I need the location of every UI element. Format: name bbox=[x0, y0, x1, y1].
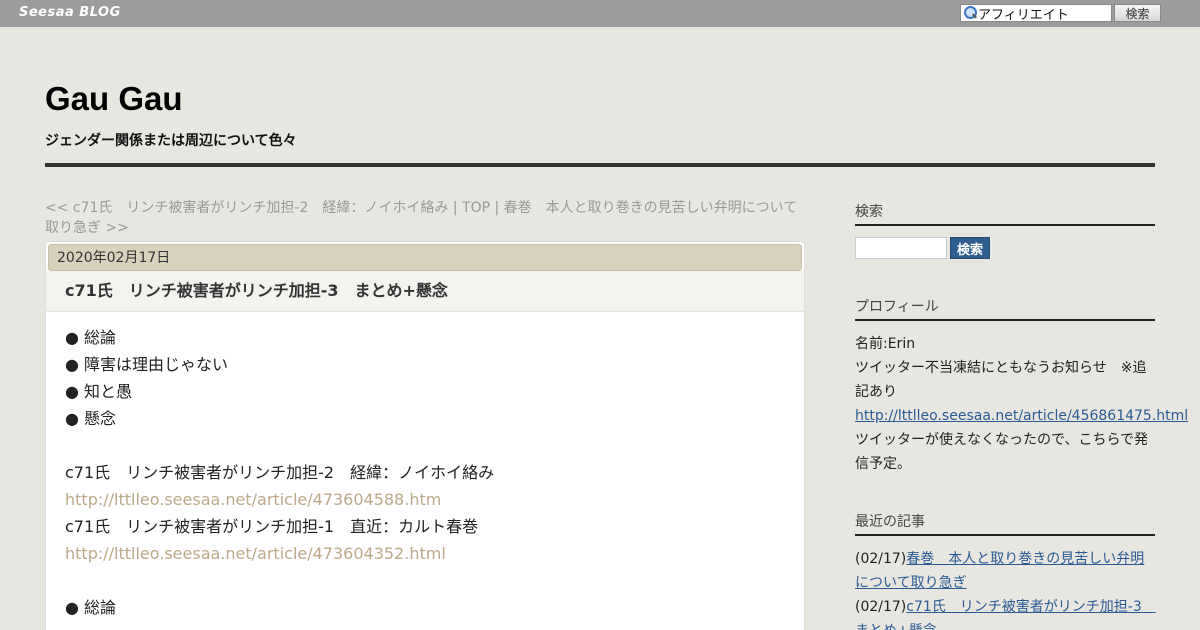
prev-article-link[interactable]: << c71氏 リンチ被害者がリンチ加担-2 経緯：ノイホイ絡み bbox=[45, 200, 448, 216]
toc-item: ● 知と愚 bbox=[65, 382, 133, 401]
profile-name: 名前:Erin bbox=[855, 336, 916, 352]
profile-notice: ツイッター不当凍結にともなうお知らせ ※追記あり bbox=[855, 360, 1147, 400]
profile-note: ツイッターが使えなくなったので、こちらで発信予定。 bbox=[855, 432, 1149, 472]
article-title[interactable]: c71氏 リンチ被害者がリンチ加担-3 まとめ+懸念 bbox=[46, 271, 804, 312]
article-date: 2020年02月17日 bbox=[48, 244, 802, 271]
section-heading: ● 総論 bbox=[65, 598, 117, 617]
article-navigation: << c71氏 リンチ被害者がリンチ加担-2 経緯：ノイホイ絡み | TOP |… bbox=[45, 198, 805, 238]
reference-text: c71氏 リンチ被害者がリンチ加担-2 経緯：ノイホイ絡み bbox=[65, 463, 495, 482]
top-search-input[interactable] bbox=[978, 5, 1108, 21]
search-icon bbox=[962, 5, 978, 21]
nav-separator: | bbox=[448, 200, 463, 216]
sidebar-search-input[interactable] bbox=[855, 237, 947, 259]
sidebar-recent-posts: 最近の記事 (02/17)春巻 本人と取り巻きの見苦しい弁明について取り急ぎ (… bbox=[855, 511, 1156, 630]
sidebar-profile: プロフィール 名前:Erin ツイッター不当凍結にともなうお知らせ ※追記あり … bbox=[855, 296, 1188, 476]
top-search-box[interactable] bbox=[960, 4, 1112, 22]
sidebar-heading: 最近の記事 bbox=[855, 511, 1155, 536]
sidebar-search-button[interactable]: 検索 bbox=[950, 237, 990, 259]
recent-post-date: (02/17) bbox=[855, 599, 907, 615]
toc-item: ● 障害は理由じゃない bbox=[65, 355, 229, 374]
top-search-button[interactable]: 検索 bbox=[1114, 4, 1161, 22]
seesaa-blog-logo[interactable]: Seesaa BLOG bbox=[19, 5, 121, 20]
blog-title[interactable]: Gau Gau bbox=[45, 80, 183, 118]
seesaa-top-bar: Seesaa BLOG 検索 bbox=[0, 0, 1200, 27]
header-divider bbox=[45, 163, 1155, 167]
sidebar-heading: プロフィール bbox=[855, 296, 1155, 321]
sidebar-search: 検索 検索 bbox=[855, 201, 1155, 259]
reference-text: c71氏 リンチ被害者がリンチ加担-1 直近：カルト春巻 bbox=[65, 517, 479, 536]
sidebar-heading: 検索 bbox=[855, 201, 1155, 226]
reference-link[interactable]: http://lttlleo.seesaa.net/article/473604… bbox=[65, 540, 804, 567]
nav-separator: | bbox=[490, 200, 504, 216]
article: 2020年02月17日 c71氏 リンチ被害者がリンチ加担-3 まとめ+懸念 ●… bbox=[45, 241, 805, 630]
toc-item: ● 懸念 bbox=[65, 409, 117, 428]
blog-description: ジェンダー関係または周辺について色々 bbox=[45, 133, 297, 149]
top-link[interactable]: TOP bbox=[462, 200, 490, 216]
recent-post-item: (02/17)c71氏 リンチ被害者がリンチ加担-3 まとめ+懸念 bbox=[855, 595, 1156, 630]
toc-item: ● 総論 bbox=[65, 328, 117, 347]
reference-link[interactable]: http://lttlleo.seesaa.net/article/473604… bbox=[65, 486, 804, 513]
recent-post-date: (02/17) bbox=[855, 551, 907, 567]
profile-link[interactable]: http://lttlleo.seesaa.net/article/456861… bbox=[855, 408, 1188, 424]
article-body: ● 総論 ● 障害は理由じゃない ● 知と愚 ● 懸念 c71氏 リンチ被害者が… bbox=[46, 312, 804, 621]
recent-post-item: (02/17)春巻 本人と取り巻きの見苦しい弁明について取り急ぎ bbox=[855, 547, 1155, 595]
